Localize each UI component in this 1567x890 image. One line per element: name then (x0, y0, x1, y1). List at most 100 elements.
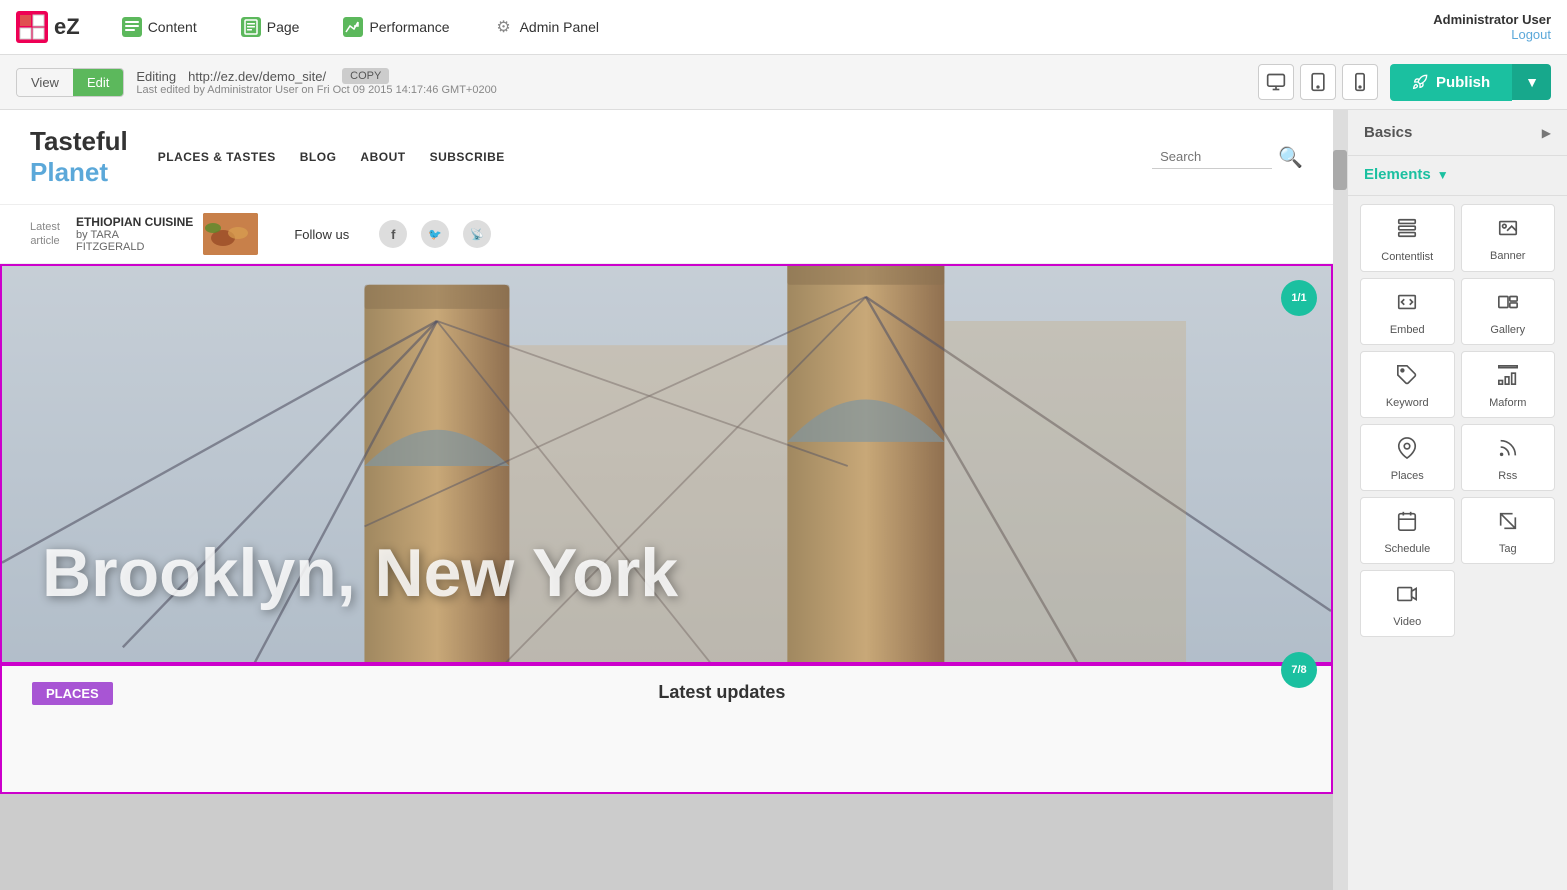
site-header: Tasteful Planet PLACES & TASTES BLOG ABO… (0, 110, 1333, 205)
tablet-button[interactable] (1300, 64, 1336, 100)
page-canvas[interactable]: Tasteful Planet PLACES & TASTES BLOG ABO… (0, 110, 1347, 890)
element-gallery[interactable]: Gallery (1461, 278, 1556, 345)
editing-prefix: Editing (136, 69, 176, 84)
scrollbar-thumb[interactable] (1333, 150, 1347, 190)
rss-element-icon (1497, 437, 1519, 464)
tag-icon (1497, 510, 1519, 537)
maform-icon (1497, 364, 1519, 391)
nav-about[interactable]: ABOUT (360, 150, 405, 164)
follow-us-label: Follow us (294, 227, 349, 242)
second-block[interactable]: 7/8 PLACES Latest updates (0, 664, 1333, 794)
element-maform[interactable]: Maform (1461, 351, 1556, 418)
places-label: Places (1391, 470, 1424, 482)
element-tag[interactable]: Tag (1461, 497, 1556, 564)
view-button[interactable]: View (17, 69, 73, 96)
schedule-icon (1396, 510, 1418, 537)
second-badge: 7/8 (1281, 652, 1317, 688)
logout-link[interactable]: Logout (1433, 27, 1551, 42)
elements-section-header[interactable]: Elements ▼ (1348, 156, 1567, 196)
latest-updates-title: Latest updates (143, 682, 1301, 703)
hero-text: Brooklyn, New York (42, 534, 678, 612)
basics-section[interactable]: Basics ▶ (1348, 110, 1567, 156)
element-embed[interactable]: Embed (1360, 278, 1455, 345)
search-input[interactable] (1152, 145, 1272, 169)
nav-performance-label: Performance (369, 19, 449, 35)
nav-admin-label: Admin Panel (520, 19, 599, 35)
rss-icon[interactable]: 📡 (463, 220, 491, 248)
rss-label: Rss (1498, 470, 1517, 482)
tag-label: Tag (1499, 543, 1517, 555)
element-video[interactable]: Video (1360, 570, 1455, 637)
elements-arrow: ▼ (1437, 168, 1449, 182)
latest-article: ETHIOPIAN CUISINE by TARA FITZGERALD (76, 213, 258, 255)
brand-name-2: Planet (30, 157, 128, 188)
nav-item-page[interactable]: Page (229, 11, 312, 43)
article-author: FITZGERALD (76, 241, 193, 253)
elements-grid: Contentlist Banner Embed Gallery (1348, 196, 1567, 645)
edit-button[interactable]: Edit (73, 69, 123, 96)
latest-label: Latestarticle (30, 220, 60, 249)
facebook-icon[interactable]: f (379, 220, 407, 248)
hero-block[interactable]: Brooklyn, New York 1/1 (0, 264, 1333, 664)
contentlist-icon (1396, 217, 1418, 245)
top-nav: eZ Content Page Performance ⚙ Admin Pane… (0, 0, 1567, 55)
gallery-icon (1497, 291, 1519, 318)
copy-button[interactable]: COPY (342, 68, 389, 84)
canvas-scrollbar[interactable] (1333, 110, 1347, 890)
nav-content-label: Content (148, 19, 197, 35)
gallery-label: Gallery (1490, 324, 1525, 336)
publish-group: Publish ▼ (1390, 64, 1551, 101)
gear-icon: ⚙ (494, 17, 514, 37)
publish-button[interactable]: Publish (1390, 64, 1512, 101)
twitter-icon[interactable]: 🐦 (421, 220, 449, 248)
schedule-label: Schedule (1384, 543, 1430, 555)
element-keyword[interactable]: Keyword (1360, 351, 1455, 418)
nav-places-tastes[interactable]: PLACES & TASTES (158, 150, 276, 164)
video-label: Video (1393, 616, 1421, 628)
view-edit-toggle: View Edit (16, 68, 124, 97)
places-icon (1396, 437, 1418, 464)
nav-subscribe[interactable]: SUBSCRIBE (430, 150, 505, 164)
logo-icon (16, 11, 48, 43)
search-icon[interactable]: 🔍 (1278, 145, 1303, 170)
element-contentlist[interactable]: Contentlist (1360, 204, 1455, 272)
editing-info: Editing http://ez.dev/demo_site/ COPY La… (136, 68, 496, 96)
logo-text: eZ (54, 14, 80, 40)
maform-label: Maform (1489, 397, 1526, 409)
mobile-button[interactable] (1342, 64, 1378, 100)
desktop-icon (1266, 72, 1286, 92)
keyword-icon (1396, 364, 1418, 391)
content-nav-icon (122, 17, 142, 37)
contentlist-label: Contentlist (1381, 251, 1433, 263)
site-search: 🔍 (1152, 145, 1303, 170)
main-area: Tasteful Planet PLACES & TASTES BLOG ABO… (0, 110, 1567, 890)
article-thumbnail (203, 213, 258, 255)
tablet-icon (1308, 72, 1328, 92)
social-icons: f 🐦 📡 (379, 220, 491, 248)
basics-arrow: ▶ (1542, 126, 1551, 140)
element-banner[interactable]: Banner (1461, 204, 1556, 272)
nav-item-admin[interactable]: ⚙ Admin Panel (482, 11, 611, 43)
article-info: ETHIOPIAN CUISINE by TARA FITZGERALD (76, 215, 193, 253)
editing-url: http://ez.dev/demo_site/ (188, 69, 326, 84)
nav-item-performance[interactable]: Performance (331, 11, 461, 43)
user-area: Administrator User Logout (1433, 12, 1551, 42)
element-rss[interactable]: Rss (1461, 424, 1556, 491)
brand-name-1: Tasteful (30, 126, 128, 157)
site-navigation: PLACES & TASTES BLOG ABOUT SUBSCRIBE (158, 150, 505, 164)
video-icon (1396, 583, 1418, 610)
hero-badge: 1/1 (1281, 280, 1317, 316)
desktop-button[interactable] (1258, 64, 1294, 100)
performance-nav-icon (343, 17, 363, 37)
logo[interactable]: eZ (16, 11, 80, 43)
latest-article-bar: Latestarticle ETHIOPIAN CUISINE by TARA … (0, 205, 1333, 264)
element-places[interactable]: Places (1360, 424, 1455, 491)
nav-item-content[interactable]: Content (110, 11, 209, 43)
nav-blog[interactable]: BLOG (300, 150, 337, 164)
user-name: Administrator User (1433, 12, 1551, 27)
article-by: by TARA (76, 229, 193, 241)
element-schedule[interactable]: Schedule (1360, 497, 1455, 564)
publish-dropdown-button[interactable]: ▼ (1512, 64, 1551, 100)
mobile-icon (1350, 72, 1370, 92)
page-nav-icon (241, 17, 261, 37)
